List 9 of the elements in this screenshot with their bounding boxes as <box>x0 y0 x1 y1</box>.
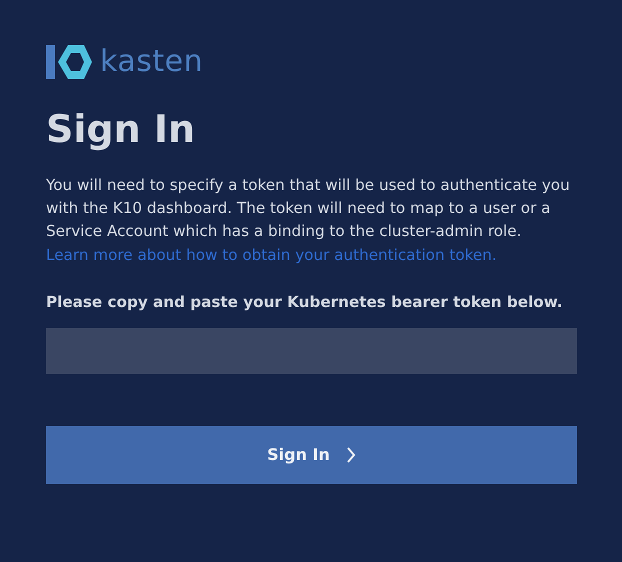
chevron-right-icon <box>346 446 356 463</box>
page-title: Sign In <box>46 110 196 148</box>
description-text: You will need to specify a token that will be used to authenticate you with the K10 dashboard. The token will need to map to a user or a Service Account which has a binding to the cluster-admin role. <box>46 175 571 242</box>
token-label: Please copy and paste your Kubernetes bearer token below. <box>46 292 564 313</box>
logo-text: kasten <box>100 47 204 77</box>
sign-in-button[interactable]: Sign In <box>46 426 577 484</box>
token-input-field[interactable] <box>46 328 577 374</box>
help-link[interactable]: Learn more about how to obtain your authentication token. <box>46 244 497 267</box>
logo-icon <box>46 44 92 80</box>
